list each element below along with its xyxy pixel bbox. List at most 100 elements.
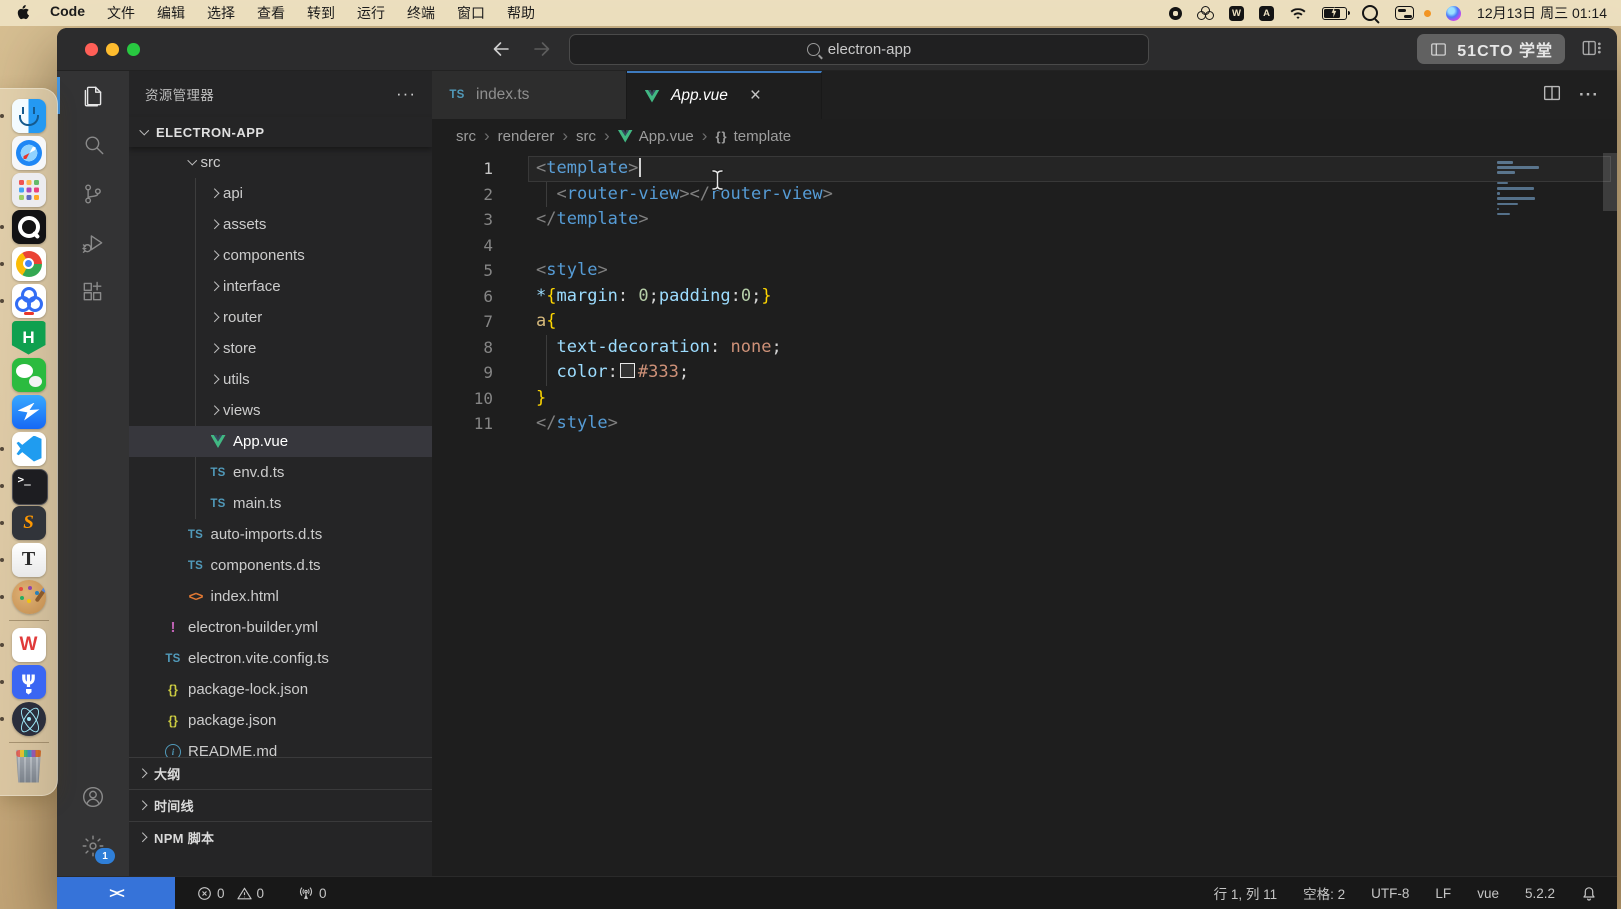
tree-item-README.md[interactable]: iREADME.md [129, 736, 432, 757]
shapes-clover-icon[interactable] [1197, 6, 1214, 20]
record-icon[interactable] [1169, 7, 1182, 20]
close-tab-icon[interactable]: × [750, 88, 761, 104]
menubar-item-选择[interactable]: 选择 [196, 3, 246, 23]
more-actions-icon[interactable]: ··· [1579, 85, 1599, 105]
menubar-clock[interactable]: 12月13日 周三 01:14 [1477, 3, 1607, 23]
battery-charging-icon[interactable] [1322, 7, 1347, 20]
activitybar-run-debug-icon[interactable] [57, 218, 129, 267]
activitybar-extensions-icon[interactable] [57, 267, 129, 316]
activitybar-source-control-icon[interactable] [57, 169, 129, 218]
encoding[interactable]: UTF-8 [1371, 886, 1409, 901]
dock-item[interactable] [12, 395, 46, 429]
split-editor-icon[interactable] [1541, 82, 1563, 109]
dock-item[interactable]: T [12, 543, 46, 577]
code-line-2[interactable]: 2 <router-view></router-view> [432, 182, 1617, 208]
dock-item[interactable] [12, 136, 46, 170]
tree-item-utils[interactable]: utils [129, 364, 432, 395]
menubar-item-编辑[interactable]: 编辑 [146, 3, 196, 23]
tree-item-package.json[interactable]: {}package.json [129, 705, 432, 736]
dock-item[interactable] [12, 702, 46, 736]
dock-item[interactable] [12, 432, 46, 466]
dock-item[interactable] [12, 750, 46, 784]
apple-logo-icon[interactable] [14, 5, 39, 22]
dock-item[interactable] [12, 358, 46, 392]
siri-icon[interactable] [1446, 6, 1461, 21]
sidebar-section-时间线[interactable]: 时间线 [129, 789, 432, 821]
cursor-position[interactable]: 行 1, 列 11 [1214, 883, 1278, 903]
eol[interactable]: LF [1435, 886, 1451, 901]
code-line-4[interactable]: 4 [432, 233, 1617, 259]
code-line-6[interactable]: 6*{margin: 0;padding:0;} [432, 284, 1617, 310]
activitybar-search-icon[interactable] [57, 120, 129, 169]
code-editor[interactable]: 1<template>2 <router-view></router-view>… [432, 153, 1617, 876]
breadcrumb-item-src[interactable]: src [456, 128, 476, 145]
tree-root-electron-app[interactable]: ELECTRON-APP [129, 117, 432, 147]
code-line-8[interactable]: 8 text-decoration: none; [432, 335, 1617, 361]
sidebar-section-NPM 脚本[interactable]: NPM 脚本 [129, 821, 432, 853]
tree-item-components.d.ts[interactable]: TScomponents.d.ts [129, 550, 432, 581]
tree-item-interface[interactable]: interface [129, 271, 432, 302]
dock-item[interactable] [12, 247, 46, 281]
breadcrumb-item-src[interactable]: src [576, 128, 596, 145]
code-line-3[interactable]: 3</template> [432, 207, 1617, 233]
code-line-1[interactable]: 1<template> [432, 156, 1617, 182]
dock-item[interactable] [12, 284, 46, 318]
notifications-bell-icon[interactable] [1581, 885, 1597, 901]
tree-item-components[interactable]: components [129, 240, 432, 271]
command-center-search[interactable]: electron-app [569, 34, 1149, 65]
extension-version[interactable]: 5.2.2 [1525, 886, 1555, 901]
back-arrow-icon[interactable] [489, 37, 513, 61]
tree-item-env.d.ts[interactable]: TSenv.d.ts [129, 457, 432, 488]
wps-menubar-icon[interactable]: W [1229, 6, 1244, 21]
tree-item-App.vue[interactable]: App.vue [129, 426, 432, 457]
activitybar-accounts-icon[interactable] [57, 772, 129, 821]
activitybar-explorer-icon[interactable] [57, 71, 129, 120]
ports-indicator[interactable]: 0 [298, 885, 327, 901]
tree-item-main.ts[interactable]: TSmain.ts [129, 488, 432, 519]
tree-item-router[interactable]: router [129, 302, 432, 333]
code-line-11[interactable]: 11</style> [432, 411, 1617, 437]
language-mode[interactable]: vue [1477, 886, 1499, 901]
dock-item[interactable]: S [12, 506, 46, 540]
dock-item[interactable] [12, 469, 46, 503]
customize-layout-icon[interactable] [1581, 37, 1603, 64]
dock-item[interactable] [12, 99, 46, 133]
breadcrumb-item-template[interactable]: {}template [715, 128, 791, 145]
menubar-item-Code[interactable]: Code [39, 3, 96, 23]
tree-item-package-lock.json[interactable]: {}package-lock.json [129, 674, 432, 705]
menubar-item-窗口[interactable]: 窗口 [446, 3, 496, 23]
sidebar-section-大纲[interactable]: 大纲 [129, 757, 432, 789]
spotlight-search-icon[interactable] [1362, 5, 1378, 21]
remote-indicator[interactable]: >< [57, 877, 175, 909]
notification-dot-icon[interactable] [1424, 10, 1431, 17]
tree-item-auto-imports.d.ts[interactable]: TSauto-imports.d.ts [129, 519, 432, 550]
tree-item-index.html[interactable]: <>index.html [129, 581, 432, 612]
menubar-item-运行[interactable]: 运行 [346, 3, 396, 23]
explorer-more-actions-icon[interactable]: ··· [396, 89, 416, 99]
dock-item[interactable]: Ψ [12, 665, 46, 699]
indentation[interactable]: 空格: 2 [1303, 883, 1345, 903]
menubar-item-查看[interactable]: 查看 [246, 3, 296, 23]
tree-item-src[interactable]: src [129, 147, 432, 178]
code-line-9[interactable]: 9 color:#333; [432, 360, 1617, 386]
tree-item-electron.vite.config.ts[interactable]: TSelectron.vite.config.ts [129, 643, 432, 674]
problems-indicator[interactable]: 0 0 [197, 886, 264, 901]
color-swatch[interactable] [620, 363, 635, 378]
maximize-window-button[interactable] [127, 43, 140, 56]
input-source-icon[interactable]: A [1259, 6, 1274, 21]
breadcrumb-item-App.vue[interactable]: App.vue [618, 128, 694, 145]
tab-index.ts[interactable]: TSindex.ts [432, 71, 627, 119]
menubar-item-文件[interactable]: 文件 [96, 3, 146, 23]
tree-item-views[interactable]: views [129, 395, 432, 426]
minimize-window-button[interactable] [106, 43, 119, 56]
close-window-button[interactable] [85, 43, 98, 56]
tab-App.vue[interactable]: App.vue× [627, 71, 822, 119]
tree-item-assets[interactable]: assets [129, 209, 432, 240]
dock-item[interactable] [12, 210, 46, 244]
menubar-item-帮助[interactable]: 帮助 [496, 3, 546, 23]
wifi-icon[interactable] [1289, 7, 1307, 19]
menubar-item-终端[interactable]: 终端 [396, 3, 446, 23]
activitybar-settings-gear-icon[interactable]: 1 [57, 821, 129, 870]
control-center-icon[interactable] [1395, 6, 1414, 20]
tree-item-api[interactable]: api [129, 178, 432, 209]
